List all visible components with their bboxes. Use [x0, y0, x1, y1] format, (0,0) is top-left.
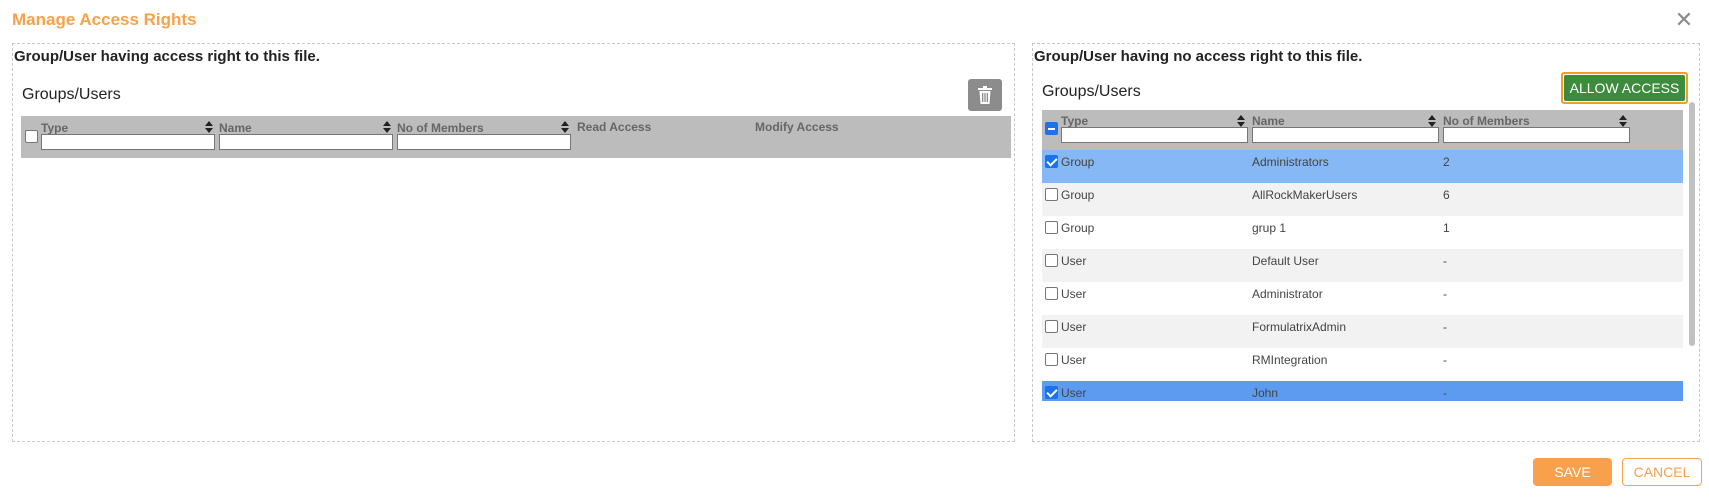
allow-access-label: ALLOW ACCESS: [1564, 75, 1685, 101]
table-header: Type Name No of Members Read Access Modi…: [21, 116, 1011, 158]
close-icon[interactable]: ✕: [1672, 8, 1696, 32]
name-filter-input[interactable]: [1252, 127, 1439, 143]
row-type: User: [1061, 287, 1087, 301]
dialog-title: Manage Access Rights: [12, 10, 197, 29]
row-checkbox[interactable]: [1045, 353, 1058, 366]
row-checkbox[interactable]: [1045, 188, 1058, 201]
row-checkbox[interactable]: [1045, 287, 1058, 300]
row-members: 6: [1443, 188, 1450, 202]
column-label: Read Access: [577, 120, 652, 134]
table-row[interactable]: Group AllRockMakerUsers 6: [1042, 183, 1683, 216]
column-members: No of Members: [1443, 110, 1630, 150]
save-button[interactable]: SAVE: [1533, 458, 1612, 486]
row-type: User: [1061, 386, 1087, 400]
allow-access-button[interactable]: ALLOW ACCESS: [1561, 72, 1688, 104]
type-filter-input[interactable]: [1061, 127, 1248, 143]
panel-heading: Group/User having access right to this f…: [14, 48, 320, 65]
select-all-checkbox[interactable]: [1045, 122, 1058, 135]
table-row[interactable]: Group grup 1 1: [1042, 216, 1683, 249]
sort-icon[interactable]: [205, 121, 214, 134]
row-members: 1: [1443, 221, 1450, 235]
panel-heading: Group/User having no access right to thi…: [1034, 48, 1363, 65]
row-name: Administrator: [1252, 287, 1323, 301]
cancel-button[interactable]: CANCEL: [1622, 458, 1702, 486]
row-members: -: [1443, 254, 1447, 268]
column-name: Name: [1252, 110, 1439, 150]
row-members: -: [1443, 353, 1447, 367]
column-label: Type: [1061, 114, 1089, 128]
row-members: -: [1443, 386, 1447, 400]
sort-icon[interactable]: [561, 121, 570, 134]
table-row[interactable]: User Administrator -: [1042, 282, 1683, 315]
row-type: User: [1061, 320, 1087, 334]
row-name: grup 1: [1252, 221, 1287, 235]
row-type: User: [1061, 254, 1087, 268]
row-checkbox[interactable]: [1045, 221, 1058, 234]
groups-users-heading: Groups/Users: [1042, 83, 1141, 100]
scrollbar[interactable]: [1689, 102, 1695, 346]
row-members: 2: [1443, 155, 1450, 169]
select-all-checkbox[interactable]: [25, 130, 38, 143]
row-name: Default User: [1252, 254, 1319, 268]
members-filter-input[interactable]: [1443, 127, 1630, 143]
groups-users-heading: Groups/Users: [22, 86, 121, 103]
column-label: Type: [41, 121, 69, 135]
row-type: Group: [1061, 155, 1095, 169]
column-label: No of Members: [1443, 114, 1530, 128]
trash-icon: [978, 86, 992, 104]
members-filter-input[interactable]: [397, 134, 571, 150]
column-label: Name: [219, 121, 252, 135]
row-checkbox[interactable]: [1045, 320, 1058, 333]
column-label: Modify Access: [755, 120, 839, 134]
table-header: Type Name No of Members: [1042, 110, 1683, 150]
row-name: John: [1252, 386, 1279, 400]
row-checkbox[interactable]: [1045, 386, 1058, 399]
table-row[interactable]: Group Administrators 2: [1042, 150, 1683, 183]
column-modify-access: Modify Access: [755, 116, 925, 158]
row-type: Group: [1061, 221, 1095, 235]
row-name: FormulatrixAdmin: [1252, 320, 1347, 334]
row-type: Group: [1061, 188, 1095, 202]
row-type: User: [1061, 353, 1087, 367]
column-type: Type: [41, 116, 215, 158]
table-row[interactable]: User FormulatrixAdmin -: [1042, 315, 1683, 348]
type-filter-input[interactable]: [41, 134, 215, 150]
row-checkbox[interactable]: [1045, 155, 1058, 168]
delete-button[interactable]: [968, 79, 1002, 111]
column-type: Type: [1061, 110, 1248, 150]
sort-icon[interactable]: [383, 121, 392, 134]
table-row[interactable]: User Default User -: [1042, 249, 1683, 282]
column-label: No of Members: [397, 121, 484, 135]
access-denied-panel: Group/User having no access right to thi…: [1032, 43, 1700, 442]
table-row[interactable]: User RMIntegration -: [1042, 348, 1683, 381]
access-granted-panel: Group/User having access right to this f…: [12, 43, 1015, 442]
name-filter-input[interactable]: [219, 134, 393, 150]
row-name: Administrators: [1252, 155, 1329, 169]
column-read-access: Read Access: [577, 116, 747, 158]
column-label: Name: [1252, 114, 1285, 128]
row-members: -: [1443, 320, 1447, 334]
column-members: No of Members: [397, 116, 571, 158]
row-members: -: [1443, 287, 1447, 301]
row-checkbox[interactable]: [1045, 254, 1058, 267]
row-name: AllRockMakerUsers: [1252, 188, 1358, 202]
row-name: RMIntegration: [1252, 353, 1328, 367]
table-row[interactable]: User John -: [1042, 381, 1683, 401]
column-name: Name: [219, 116, 393, 158]
